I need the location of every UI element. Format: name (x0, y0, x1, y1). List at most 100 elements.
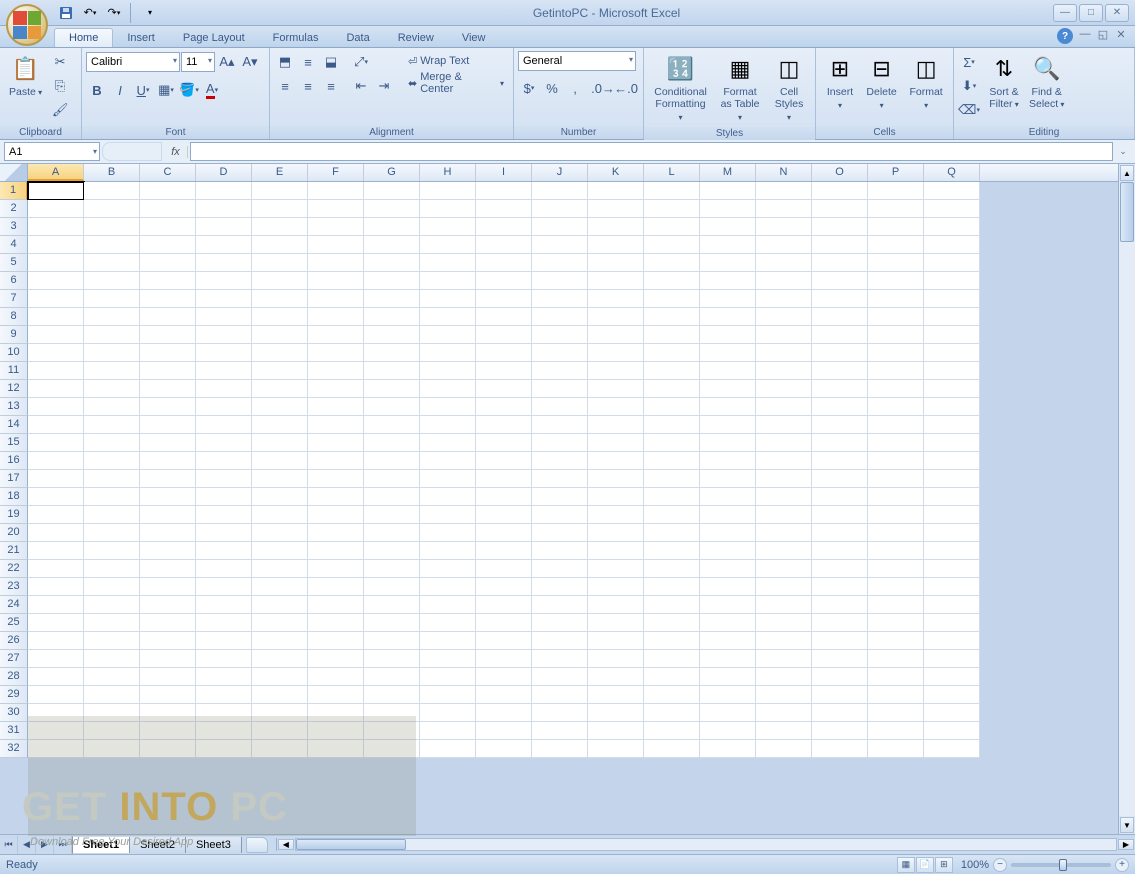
sheet-nav-prev[interactable]: ◀ (18, 836, 36, 854)
copy-button[interactable]: ⎘ (49, 75, 71, 97)
cell[interactable] (644, 560, 700, 578)
cell[interactable] (812, 200, 868, 218)
cell[interactable] (924, 470, 980, 488)
cell[interactable] (756, 488, 812, 506)
cell[interactable] (812, 560, 868, 578)
cell[interactable] (252, 434, 308, 452)
cell[interactable] (700, 506, 756, 524)
cell[interactable] (700, 344, 756, 362)
cell[interactable] (588, 398, 644, 416)
cell[interactable] (924, 200, 980, 218)
cell[interactable] (924, 668, 980, 686)
cell[interactable] (476, 632, 532, 650)
cell[interactable] (252, 614, 308, 632)
row-header[interactable]: 17 (0, 470, 28, 488)
sort-filter-button[interactable]: ⇅ Sort & Filter (984, 51, 1024, 114)
row-header[interactable]: 1 (0, 182, 28, 200)
cell[interactable] (924, 488, 980, 506)
cell[interactable] (364, 272, 420, 290)
cell[interactable] (644, 740, 700, 758)
cell[interactable] (700, 416, 756, 434)
cell[interactable] (700, 524, 756, 542)
cell[interactable] (700, 362, 756, 380)
cell[interactable] (644, 596, 700, 614)
font-name-combo[interactable]: Calibri (86, 52, 180, 72)
cell[interactable] (700, 470, 756, 488)
cell[interactable] (140, 740, 196, 758)
decrease-indent-button[interactable]: ⇤ (350, 75, 372, 97)
cell[interactable] (84, 416, 140, 434)
cell[interactable] (308, 236, 364, 254)
cell[interactable] (84, 614, 140, 632)
cell[interactable] (196, 722, 252, 740)
cell[interactable] (420, 506, 476, 524)
cell[interactable] (308, 182, 364, 200)
cell[interactable] (588, 506, 644, 524)
cell[interactable] (28, 596, 84, 614)
cell[interactable] (84, 686, 140, 704)
increase-indent-button[interactable]: ⇥ (373, 75, 395, 97)
cell[interactable] (28, 398, 84, 416)
cell[interactable] (28, 668, 84, 686)
cell[interactable] (924, 614, 980, 632)
cell[interactable] (364, 398, 420, 416)
cell[interactable] (28, 632, 84, 650)
cell[interactable] (588, 362, 644, 380)
cell[interactable] (196, 668, 252, 686)
cell[interactable] (868, 704, 924, 722)
cell[interactable] (252, 578, 308, 596)
cell[interactable] (700, 254, 756, 272)
cell[interactable] (924, 344, 980, 362)
cell[interactable] (644, 308, 700, 326)
cell[interactable] (140, 362, 196, 380)
cell[interactable] (700, 398, 756, 416)
cell[interactable] (868, 542, 924, 560)
tab-view[interactable]: View (448, 29, 500, 47)
cell[interactable] (420, 434, 476, 452)
cell[interactable] (420, 596, 476, 614)
cell[interactable] (532, 722, 588, 740)
cell[interactable] (868, 254, 924, 272)
format-cells-button[interactable]: ◫ Format (903, 51, 949, 115)
row-header[interactable]: 3 (0, 218, 28, 236)
cell[interactable] (28, 326, 84, 344)
cell[interactable] (140, 668, 196, 686)
column-header[interactable]: F (308, 164, 364, 181)
cell[interactable] (588, 182, 644, 200)
cell[interactable] (28, 416, 84, 434)
cell[interactable] (476, 218, 532, 236)
row-header[interactable]: 14 (0, 416, 28, 434)
cell[interactable] (84, 254, 140, 272)
sheet-nav-last[interactable]: ⏭ (54, 836, 72, 854)
cell[interactable] (420, 326, 476, 344)
cell[interactable] (364, 686, 420, 704)
cell[interactable] (364, 506, 420, 524)
cell[interactable] (476, 668, 532, 686)
cell[interactable] (140, 578, 196, 596)
cell[interactable] (308, 524, 364, 542)
cell[interactable] (420, 380, 476, 398)
cell[interactable] (476, 560, 532, 578)
tab-review[interactable]: Review (384, 29, 448, 47)
select-all-button[interactable] (0, 164, 28, 181)
cell[interactable] (644, 434, 700, 452)
insert-cells-button[interactable]: ⊞ Insert (820, 51, 860, 115)
cell[interactable] (196, 704, 252, 722)
cell[interactable] (252, 308, 308, 326)
column-header[interactable]: O (812, 164, 868, 181)
cell[interactable] (84, 272, 140, 290)
cell[interactable] (196, 596, 252, 614)
cell[interactable] (252, 452, 308, 470)
cell[interactable] (364, 362, 420, 380)
cell[interactable] (868, 560, 924, 578)
cell[interactable] (812, 290, 868, 308)
cell[interactable] (532, 200, 588, 218)
cell[interactable] (364, 326, 420, 344)
cell[interactable] (756, 380, 812, 398)
cell[interactable] (868, 290, 924, 308)
fill-color-button[interactable]: 🪣▾ (178, 79, 200, 101)
cell[interactable] (532, 704, 588, 722)
cell[interactable] (588, 290, 644, 308)
cell[interactable] (532, 488, 588, 506)
cell[interactable] (308, 254, 364, 272)
